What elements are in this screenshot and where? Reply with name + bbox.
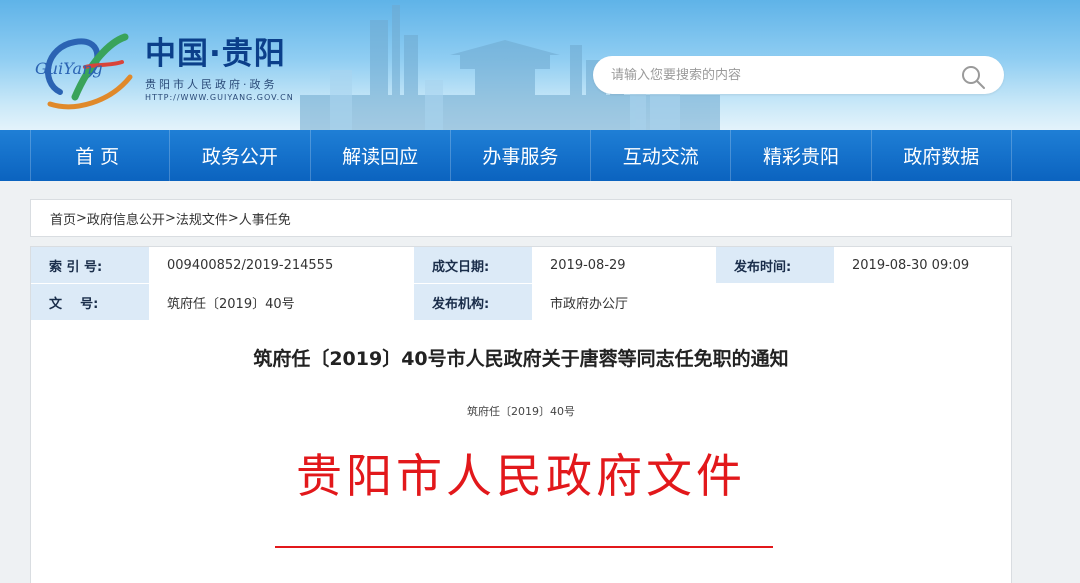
site-header: GuiYang 中国·贵阳 贵阳市人民政府·政务 HTTP://WWW.GUIY… xyxy=(0,0,1080,130)
document-title: 筑府任〔2019〕40号市人民政府关于唐蓉等同志任免职的通知 xyxy=(253,348,789,370)
index-number-value: 009400852/2019-214555 xyxy=(149,247,414,283)
search-input[interactable] xyxy=(611,65,941,85)
publisher-value: 市政府办公厅 xyxy=(532,284,1011,320)
search-box[interactable] xyxy=(593,56,1004,94)
breadcrumb-separator: > xyxy=(164,210,176,226)
nav-item-government-affairs[interactable]: 政务公开 xyxy=(170,130,311,181)
document-red-header: 贵阳市人民政府文件 xyxy=(296,449,746,503)
site-subtitle: 贵阳市人民政府·政务 xyxy=(145,78,278,91)
breadcrumb-separator: > xyxy=(227,210,239,226)
document-number-value: 筑府任〔2019〕40号 xyxy=(149,284,414,320)
site-url: HTTP://WWW.GUIYANG.GOV.CN xyxy=(145,93,294,102)
guiyang-logo-icon: GuiYang xyxy=(35,33,133,110)
site-title: 中国·贵阳 xyxy=(145,36,286,72)
nav-item-wonderful-guiyang[interactable]: 精彩贵阳 xyxy=(731,130,872,181)
main-nav: 首页 政务公开 解读回应 办事服务 互动交流 精彩贵阳 政府数据 xyxy=(0,130,1080,181)
breadcrumb-personnel[interactable]: 人事任免 xyxy=(239,209,291,228)
document-meta-table: 索 引 号: 009400852/2019-214555 成文日期: 2019-… xyxy=(30,246,1012,320)
search-icon[interactable] xyxy=(960,64,986,90)
written-date-value: 2019-08-29 xyxy=(532,247,716,283)
breadcrumb-home[interactable]: 首页 xyxy=(50,209,76,228)
red-divider-line xyxy=(275,546,773,548)
publisher-label: 发布机构: xyxy=(414,284,532,320)
document-number-label: 文 号: xyxy=(31,284,149,320)
nav-item-government-data[interactable]: 政府数据 xyxy=(872,130,1012,181)
breadcrumb: 首页 > 政府信息公开 > 法规文件 > 人事任免 xyxy=(30,199,1012,237)
breadcrumb-info-disclosure[interactable]: 政府信息公开 xyxy=(87,209,165,228)
nav-item-home[interactable]: 首页 xyxy=(30,130,171,181)
svg-text:GuiYang: GuiYang xyxy=(35,59,103,78)
document-number: 筑府任〔2019〕40号 xyxy=(467,405,575,418)
publish-time-value: 2019-08-30 09:09 xyxy=(834,247,1011,283)
breadcrumb-separator: > xyxy=(76,210,87,226)
nav-item-interaction[interactable]: 互动交流 xyxy=(591,130,732,181)
written-date-label: 成文日期: xyxy=(414,247,532,283)
publish-time-label: 发布时间: xyxy=(716,247,834,283)
nav-item-services[interactable]: 办事服务 xyxy=(451,130,592,181)
document-body: 筑府任〔2019〕40号市人民政府关于唐蓉等同志任免职的通知 筑府任〔2019〕… xyxy=(30,320,1012,583)
nav-item-interpretation[interactable]: 解读回应 xyxy=(311,130,451,181)
index-number-label: 索 引 号: xyxy=(31,247,149,283)
breadcrumb-regulations[interactable]: 法规文件 xyxy=(176,209,228,228)
